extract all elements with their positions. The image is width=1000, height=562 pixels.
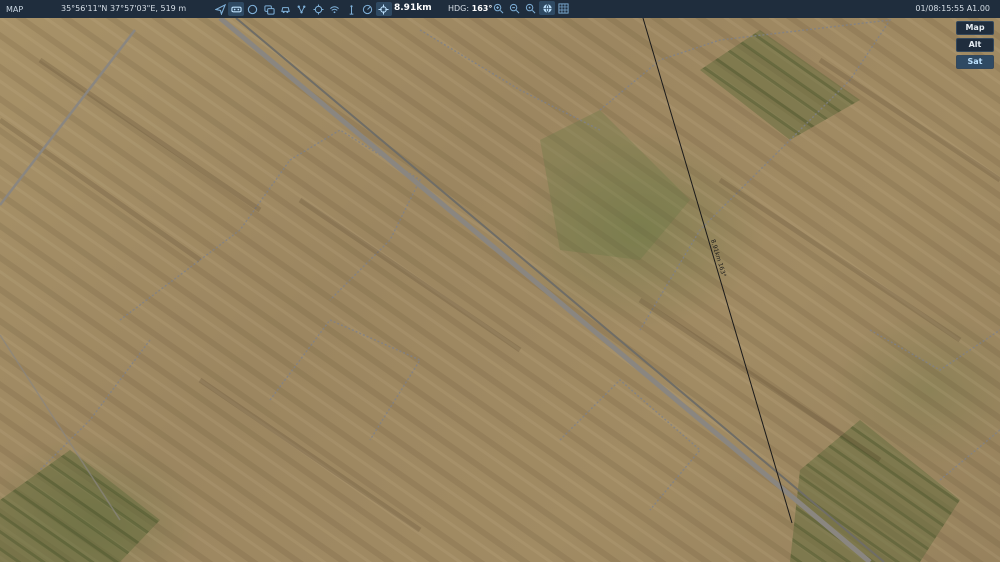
cursor-coordinates: 35°56'11"N 37°57'03"E, 519 m — [61, 4, 187, 13]
tool-group — [212, 1, 392, 17]
vehicle-icon[interactable] — [278, 2, 294, 16]
satellite-map[interactable]: 8.91km 163° — [0, 0, 1000, 562]
crosshair-icon[interactable] — [375, 2, 392, 16]
field-overlay: 8.91km 163° — [0, 0, 1000, 562]
map-layer-button[interactable]: Map — [956, 21, 994, 35]
heading-label: HDG: — [448, 4, 470, 13]
map-title: MAP — [6, 4, 24, 14]
globe-icon[interactable] — [539, 1, 556, 15]
zoom-fit-icon[interactable] — [523, 1, 539, 15]
distance-readout: 8.91km — [394, 3, 432, 13]
layer-switcher: Map Alt Sat — [956, 21, 994, 69]
layers-icon[interactable] — [261, 2, 277, 16]
datetime-readout: 01/08:15:55 A1.00 — [915, 4, 990, 13]
circle-icon[interactable] — [245, 2, 261, 16]
antenna-icon[interactable] — [343, 2, 359, 16]
network-icon[interactable] — [294, 2, 310, 16]
heading-readout: HDG: 163° — [448, 4, 492, 13]
alt-layer-button[interactable]: Alt — [956, 38, 994, 52]
sat-layer-button[interactable]: Sat — [956, 55, 994, 69]
zoom-in-icon[interactable] — [490, 1, 506, 15]
target-icon[interactable] — [310, 2, 326, 16]
wifi-icon[interactable] — [327, 2, 343, 16]
zoom-out-icon[interactable] — [506, 1, 522, 15]
navigate-icon[interactable] — [212, 2, 228, 16]
grid-icon[interactable] — [556, 1, 572, 15]
radar-icon[interactable] — [360, 2, 376, 16]
zoom-controls — [490, 1, 572, 15]
top-toolbar: MAP 35°56'11"N 37°57'03"E, 519 m 8.91km … — [0, 0, 1000, 18]
vr-icon[interactable] — [228, 2, 245, 16]
